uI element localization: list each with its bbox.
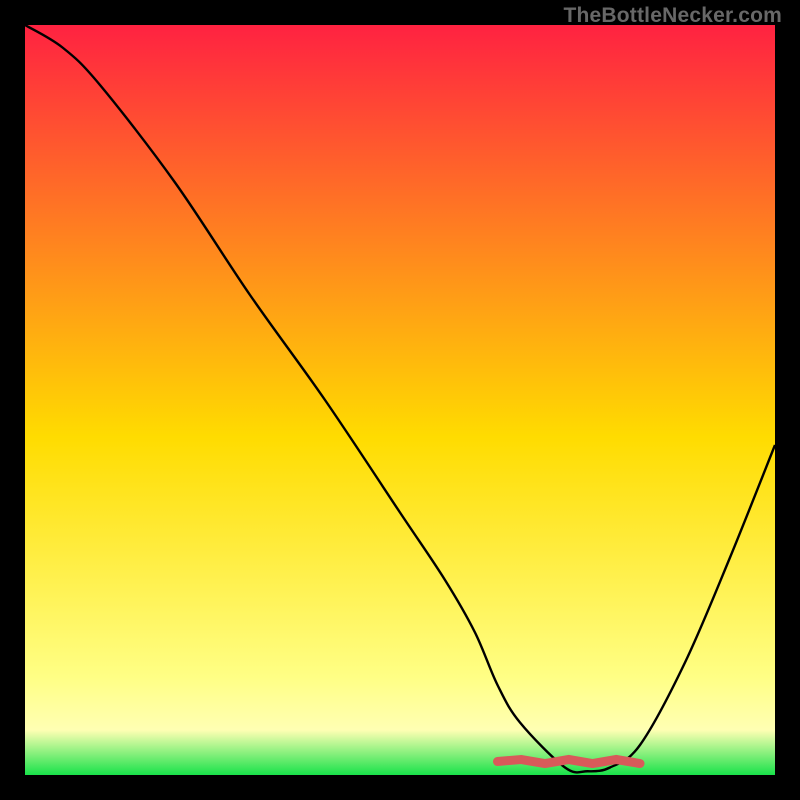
gradient-background xyxy=(25,25,775,775)
bottleneck-chart xyxy=(25,25,775,775)
chart-container: TheBottleNecker.com xyxy=(0,0,800,800)
optimal-region-marker xyxy=(498,760,641,764)
